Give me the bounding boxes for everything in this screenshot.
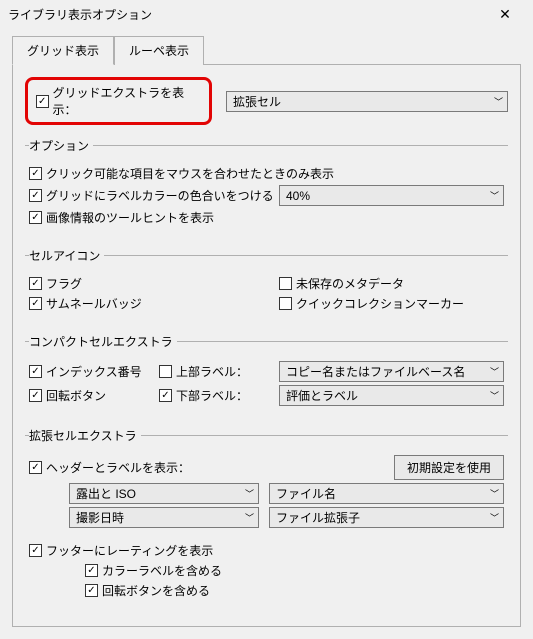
check-icon (279, 297, 292, 310)
bottom-label-select[interactable]: 評価とラベル ﹀ (279, 385, 504, 406)
include-rotation-label: 回転ボタンを含める (102, 582, 210, 599)
window-title: ライブラリ表示オプション (8, 6, 485, 23)
tint-percent-select[interactable]: 40% ﹀ (279, 185, 504, 206)
rotation-label: 回転ボタン (46, 387, 106, 404)
compact-group: コンパクトセルエクストラ インデックス番号 上部ラベル： コピー名またはファイル… (25, 333, 508, 413)
bottom-label-label: 下部ラベル： (176, 387, 248, 404)
footer-rating-label: フッターにレーティングを表示 (46, 542, 213, 559)
check-icon (159, 389, 172, 402)
tooltip-checkbox[interactable]: 画像情報のツールヒントを表示 (29, 209, 214, 226)
cell-icons-title: セルアイコン (29, 247, 104, 264)
titlebar: ライブラリ表示オプション ✕ (0, 0, 533, 28)
check-icon (29, 389, 42, 402)
chevron-down-icon: ﹀ (494, 95, 503, 108)
check-icon (85, 564, 98, 577)
tint-grid-label: グリッドにラベルカラーの色合いをつける (46, 187, 274, 204)
flag-checkbox[interactable]: フラグ (29, 275, 279, 292)
chevron-down-icon: ﹀ (490, 189, 499, 202)
bottom-label-select-value: 評価とラベル (286, 387, 358, 404)
tint-grid-checkbox[interactable]: グリッドにラベルカラーの色合いをつける (29, 187, 279, 204)
thumb-badge-label: サムネールバッジ (46, 295, 142, 312)
show-grid-extras-checkbox[interactable]: グリッドエクストラを表示： (36, 84, 201, 118)
unsaved-metadata-checkbox[interactable]: 未保存のメタデータ (279, 275, 404, 292)
top-label-checkbox[interactable]: 上部ラベル： (159, 363, 279, 380)
cell-icons-group: セルアイコン フラグ 未保存のメタデータ サムネールバッジ (25, 247, 508, 319)
expanded-select-3-value: 撮影日時 (76, 509, 124, 526)
tab-grid[interactable]: グリッド表示 (12, 36, 114, 65)
clickable-only-hover-label: クリック可能な項目をマウスを合わせたときのみ表示 (46, 165, 334, 182)
chevron-down-icon: ﹀ (490, 487, 499, 500)
show-grid-extras-row: グリッドエクストラを表示： 拡張セル ﹀ (25, 77, 508, 125)
unsaved-metadata-label: 未保存のメタデータ (296, 275, 404, 292)
check-icon (85, 584, 98, 597)
window: ライブラリ表示オプション ✕ グリッド表示 ルーペ表示 グリッドエクストラを表示… (0, 0, 533, 638)
chevron-down-icon: ﹀ (245, 487, 254, 500)
highlight-box: グリッドエクストラを表示： (25, 77, 212, 125)
quick-marker-checkbox[interactable]: クイックコレクションマーカー (279, 295, 464, 312)
check-icon (279, 277, 292, 290)
check-icon (29, 277, 42, 290)
tabs: グリッド表示 ルーペ表示 (12, 36, 521, 65)
expanded-select-4-value: ファイル拡張子 (276, 509, 360, 526)
quick-marker-label: クイックコレクションマーカー (296, 295, 464, 312)
tabpanel-grid: グリッドエクストラを表示： 拡張セル ﹀ オプション クリック可能な項目をマウス… (12, 65, 521, 627)
top-label-select-value: コピー名またはファイルベース名 (286, 363, 465, 380)
bottom-label-checkbox[interactable]: 下部ラベル： (159, 387, 279, 404)
tab-loupe[interactable]: ルーペ表示 (114, 36, 204, 65)
flag-label: フラグ (46, 275, 82, 292)
chevron-down-icon: ﹀ (490, 365, 499, 378)
rotation-checkbox[interactable]: 回転ボタン (29, 387, 159, 404)
show-grid-extras-label: グリッドエクストラを表示： (53, 84, 202, 118)
grid-extras-select[interactable]: 拡張セル ﹀ (226, 91, 508, 112)
check-icon (29, 167, 42, 180)
expanded-select-2-value: ファイル名 (276, 485, 336, 502)
check-icon (29, 189, 42, 202)
close-icon[interactable]: ✕ (485, 0, 525, 28)
check-icon (36, 95, 49, 108)
chevron-down-icon: ﹀ (245, 511, 254, 524)
check-icon (29, 297, 42, 310)
content: グリッド表示 ルーペ表示 グリッドエクストラを表示： 拡張セル ﹀ オ (0, 28, 533, 639)
expanded-select-2[interactable]: ファイル名 ﹀ (269, 483, 504, 504)
expanded-group: 拡張セルエクストラ ヘッダーとラベルを表示： 初期設定を使用 露出と ISO ﹀… (25, 427, 508, 606)
options-title: オプション (29, 137, 93, 154)
show-header-label: ヘッダーとラベルを表示： (46, 459, 190, 476)
footer-rating-checkbox[interactable]: フッターにレーティングを表示 (29, 542, 213, 559)
expanded-select-3[interactable]: 撮影日時 ﹀ (69, 507, 259, 528)
chevron-down-icon: ﹀ (490, 511, 499, 524)
include-color-label-checkbox[interactable]: カラーラベルを含める (85, 562, 222, 579)
tooltip-label: 画像情報のツールヒントを表示 (46, 209, 214, 226)
top-label-select[interactable]: コピー名またはファイルベース名 ﹀ (279, 361, 504, 382)
check-icon (29, 211, 42, 224)
check-icon (29, 544, 42, 557)
clickable-only-hover-checkbox[interactable]: クリック可能な項目をマウスを合わせたときのみ表示 (29, 165, 334, 182)
check-icon (29, 461, 42, 474)
use-defaults-button[interactable]: 初期設定を使用 (394, 455, 504, 480)
include-rotation-checkbox[interactable]: 回転ボタンを含める (85, 582, 210, 599)
tint-percent-value: 40% (286, 189, 310, 203)
expanded-select-4[interactable]: ファイル拡張子 ﹀ (269, 507, 504, 528)
compact-title: コンパクトセルエクストラ (29, 333, 177, 350)
include-color-label-label: カラーラベルを含める (102, 562, 222, 579)
thumb-badge-checkbox[interactable]: サムネールバッジ (29, 295, 279, 312)
index-number-checkbox[interactable]: インデックス番号 (29, 363, 159, 380)
show-header-checkbox[interactable]: ヘッダーとラベルを表示： (29, 459, 394, 476)
check-icon (29, 365, 42, 378)
chevron-down-icon: ﹀ (490, 389, 499, 402)
grid-extras-select-value: 拡張セル (233, 93, 281, 110)
expanded-select-1[interactable]: 露出と ISO ﹀ (69, 483, 259, 504)
expanded-select-1-value: 露出と ISO (76, 485, 136, 502)
top-label-label: 上部ラベル： (176, 363, 248, 380)
check-icon (159, 365, 172, 378)
expanded-title: 拡張セルエクストラ (29, 427, 141, 444)
options-group: オプション クリック可能な項目をマウスを合わせたときのみ表示 グリッドにラベルカ… (25, 137, 508, 233)
index-number-label: インデックス番号 (46, 363, 142, 380)
